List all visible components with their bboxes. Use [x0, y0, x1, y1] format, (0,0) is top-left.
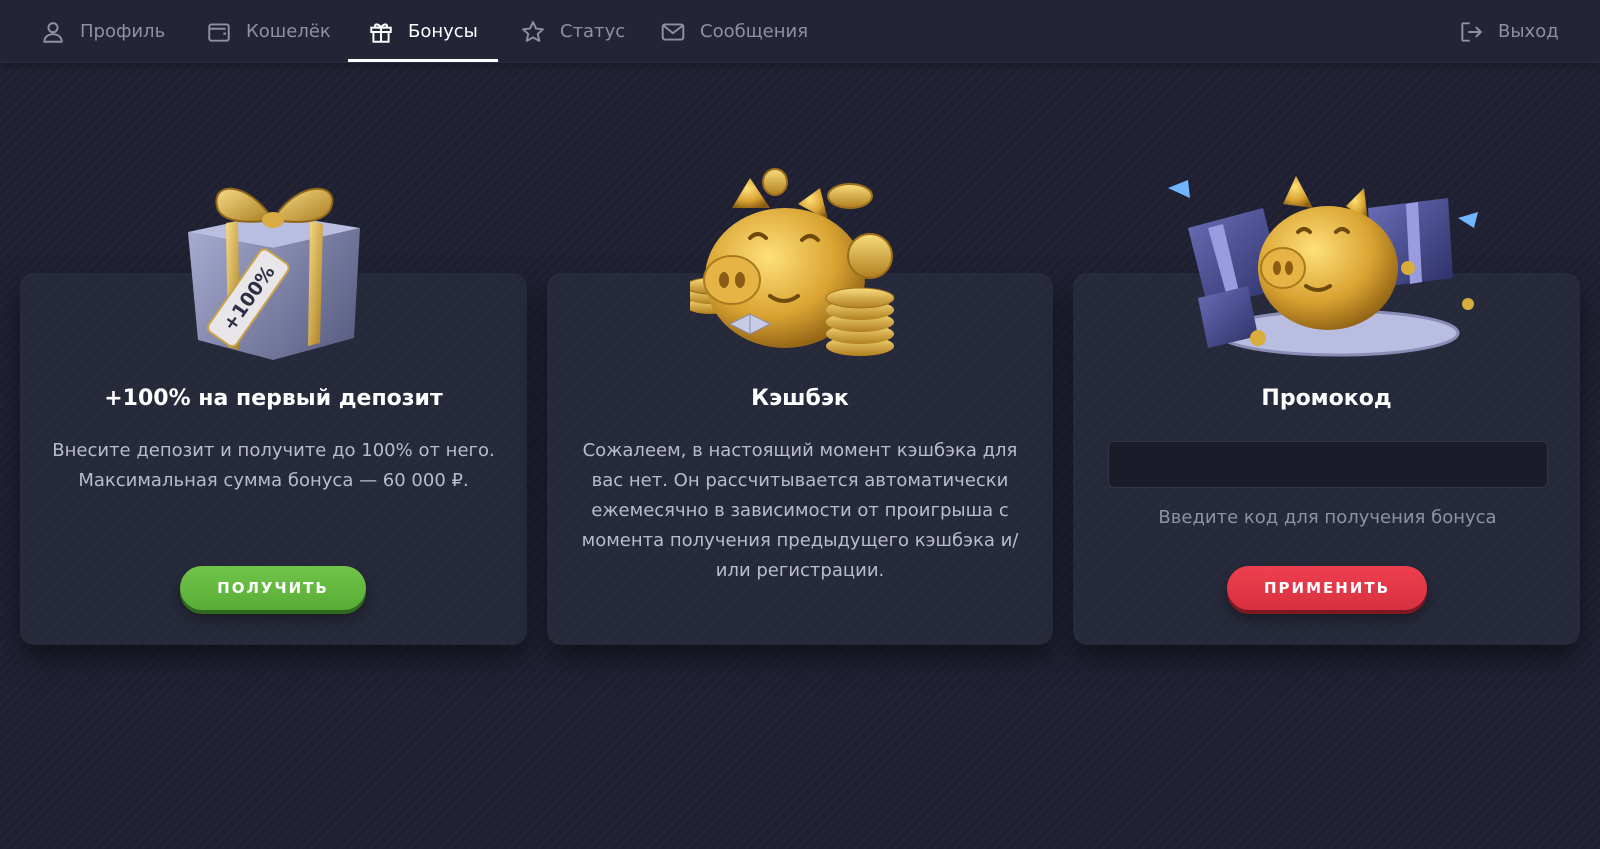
gift-box-icon: +100% — [188, 187, 360, 360]
description-line: Максимальная сумма бонуса — 60 000 ₽. — [78, 470, 469, 491]
logout-button[interactable]: Выход — [1458, 0, 1559, 63]
active-tab-indicator — [348, 59, 498, 62]
wallet-icon — [208, 22, 230, 42]
apply-promo-button[interactable]: ПРИМЕНИТЬ — [1227, 566, 1427, 610]
nav-item-bonuses[interactable]: Бонусы — [368, 0, 478, 63]
promo-code-title: Промокод — [1261, 386, 1392, 411]
nav-item-label: Статус — [560, 21, 626, 42]
nav-item-wallet[interactable]: Кошелёк — [206, 0, 331, 63]
promo-code-input[interactable] — [1108, 441, 1548, 488]
nav-item-label: Профиль — [80, 21, 166, 42]
nav-item-profile[interactable]: Профиль — [40, 0, 165, 63]
deposit-bonus-description: Внесите депозит и получите до 100% от не… — [20, 436, 527, 496]
gift-icon — [370, 22, 392, 43]
piggy-bank-gifts-icon — [1168, 176, 1478, 357]
logout-icon — [1461, 21, 1483, 42]
nav-item-label: Бонусы — [408, 21, 478, 42]
top-nav: Профиль Кошелёк Бонусы Статус Сообщения … — [0, 0, 1600, 63]
nav-item-label: Сообщения — [700, 21, 809, 42]
cashback-title: Кэшбэк — [751, 386, 849, 411]
nav-item-messages[interactable]: Сообщения — [660, 0, 808, 63]
cashback-description: Сожалеем, в настоящий момент кэшбэка для… — [581, 440, 1019, 581]
nav-item-label: Кошелёк — [246, 21, 331, 42]
nav-item-status[interactable]: Статус — [520, 0, 625, 63]
logout-label: Выход — [1498, 21, 1559, 42]
description-line: Внесите депозит и получите до 100% от не… — [52, 440, 495, 461]
user-icon — [43, 21, 63, 43]
deposit-bonus-title: +100% на первый депозит — [104, 386, 443, 411]
promo-code-hint: Введите код для получения бонуса — [1158, 507, 1497, 528]
envelope-icon — [661, 22, 685, 41]
star-icon — [522, 20, 544, 42]
piggy-bank-coins-icon — [690, 168, 895, 356]
get-bonus-button[interactable]: ПОЛУЧИТЬ — [180, 566, 366, 610]
